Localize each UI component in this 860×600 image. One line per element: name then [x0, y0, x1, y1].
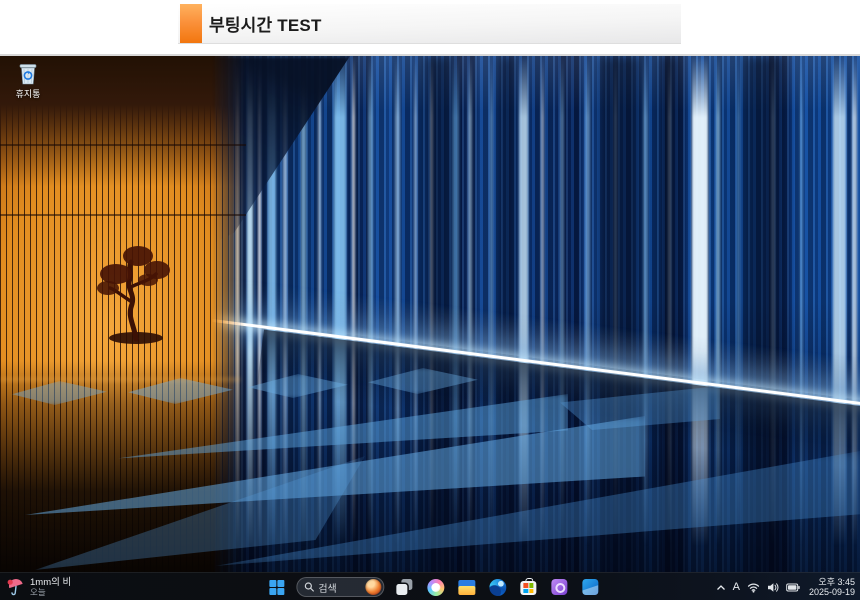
header-accent-block — [180, 4, 202, 43]
floor-reflection — [35, 456, 365, 576]
page-title: 부팅시간 TEST — [209, 11, 322, 36]
copilot-button[interactable] — [424, 576, 446, 598]
search-highlight-icon — [365, 579, 381, 595]
recycle-bin-icon — [17, 62, 39, 86]
desktop[interactable]: 휴지통 1mm의 비 오늘 — [0, 54, 860, 600]
search-box[interactable]: 검색 — [296, 577, 384, 597]
tray-overflow-button[interactable] — [716, 584, 726, 591]
ime-indicator[interactable]: A — [733, 581, 740, 593]
recycle-bin-shortcut[interactable]: 휴지통 — [8, 62, 48, 100]
loop-app-button[interactable] — [548, 576, 570, 598]
microsoft-store-button[interactable] — [517, 576, 539, 598]
windows-logo-icon — [269, 580, 284, 595]
floor-reflections — [0, 56, 860, 600]
tray-date: 2025-09-19 — [809, 587, 855, 597]
floor-reflection — [12, 381, 107, 405]
file-explorer-button[interactable] — [455, 576, 477, 598]
task-view-icon — [396, 579, 412, 595]
loop-app-icon — [551, 579, 567, 595]
search-icon — [304, 582, 314, 592]
copilot-icon — [427, 579, 444, 596]
battery-icon[interactable] — [786, 583, 800, 592]
speaker-icon[interactable] — [767, 582, 779, 593]
edge-button[interactable] — [486, 576, 508, 598]
floor-reflection — [248, 374, 348, 398]
start-button[interactable] — [265, 576, 287, 598]
taskbar: 1mm의 비 오늘 검색 — [0, 572, 860, 600]
weather-rain-icon — [6, 578, 25, 597]
floor-reflection — [128, 378, 233, 404]
wifi-icon[interactable] — [747, 582, 760, 593]
weather-day: 오늘 — [30, 588, 71, 597]
page: 부팅시간 TEST — [0, 0, 860, 600]
recycle-bin-label: 휴지통 — [8, 87, 48, 100]
search-placeholder: 검색 — [318, 580, 361, 595]
clock[interactable]: 오후 3:45 2025-09-19 — [809, 577, 855, 598]
file-explorer-icon — [458, 580, 475, 595]
outlook-button[interactable] — [579, 576, 601, 598]
outlook-icon — [582, 579, 598, 595]
microsoft-store-icon — [520, 581, 536, 595]
edge-icon — [489, 579, 506, 596]
tray-time: 오후 3:45 — [818, 577, 855, 587]
header-banner: 부팅시간 TEST — [178, 4, 681, 44]
chevron-up-icon — [716, 584, 726, 591]
weather-widget[interactable]: 1mm의 비 오늘 — [6, 573, 71, 600]
task-view-button[interactable] — [393, 576, 415, 598]
floor-reflection — [368, 368, 478, 394]
